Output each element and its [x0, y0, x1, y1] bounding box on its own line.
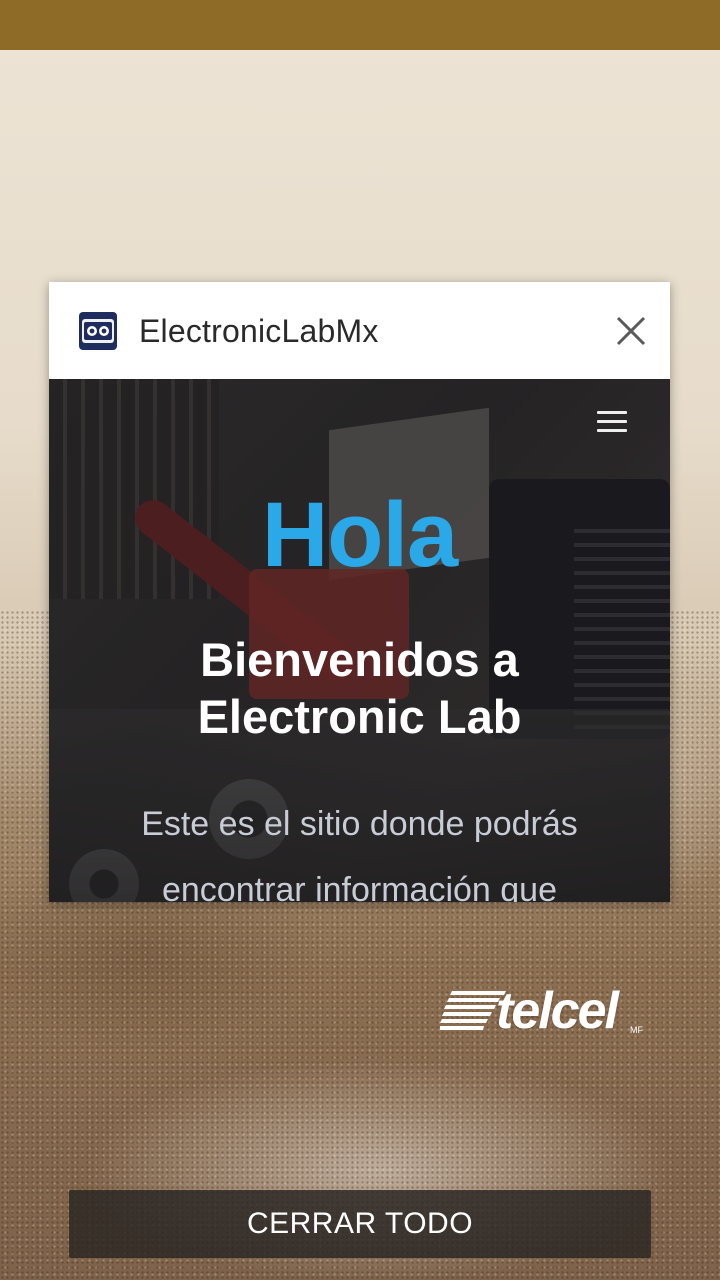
welcome-line-2: Electronic Lab: [197, 690, 522, 743]
hamburger-menu-icon[interactable]: [597, 411, 627, 433]
carrier-logo: telcel MF: [440, 982, 655, 1040]
task-card-header[interactable]: ElectronicLabMx: [49, 282, 670, 379]
carrier-name: telcel: [496, 982, 619, 1040]
description-line-2: encontrar información que: [161, 871, 557, 902]
welcome-line-1: Bienvenidos a: [200, 633, 519, 686]
hero-description: Este es el sitio donde podrás encontrar …: [49, 791, 670, 902]
status-bar: [0, 0, 720, 50]
website-preview[interactable]: Hola Bienvenidos a Electronic Lab Este e…: [49, 379, 670, 902]
carrier-suffix: MF: [630, 1025, 643, 1035]
electroniclab-logo-icon: [79, 312, 117, 350]
close-all-button[interactable]: CERRAR TODO: [69, 1190, 651, 1258]
hero-headline: Hola: [261, 484, 458, 586]
recent-task-card[interactable]: ElectronicLabMx Hola Bienvenidos a Elect…: [49, 282, 670, 902]
hero-welcome: Bienvenidos a Electronic Lab: [49, 631, 670, 745]
close-icon[interactable]: [610, 310, 652, 352]
task-app-title: ElectronicLabMx: [139, 313, 379, 349]
description-line-1: Este es el sitio donde podrás: [141, 805, 578, 843]
